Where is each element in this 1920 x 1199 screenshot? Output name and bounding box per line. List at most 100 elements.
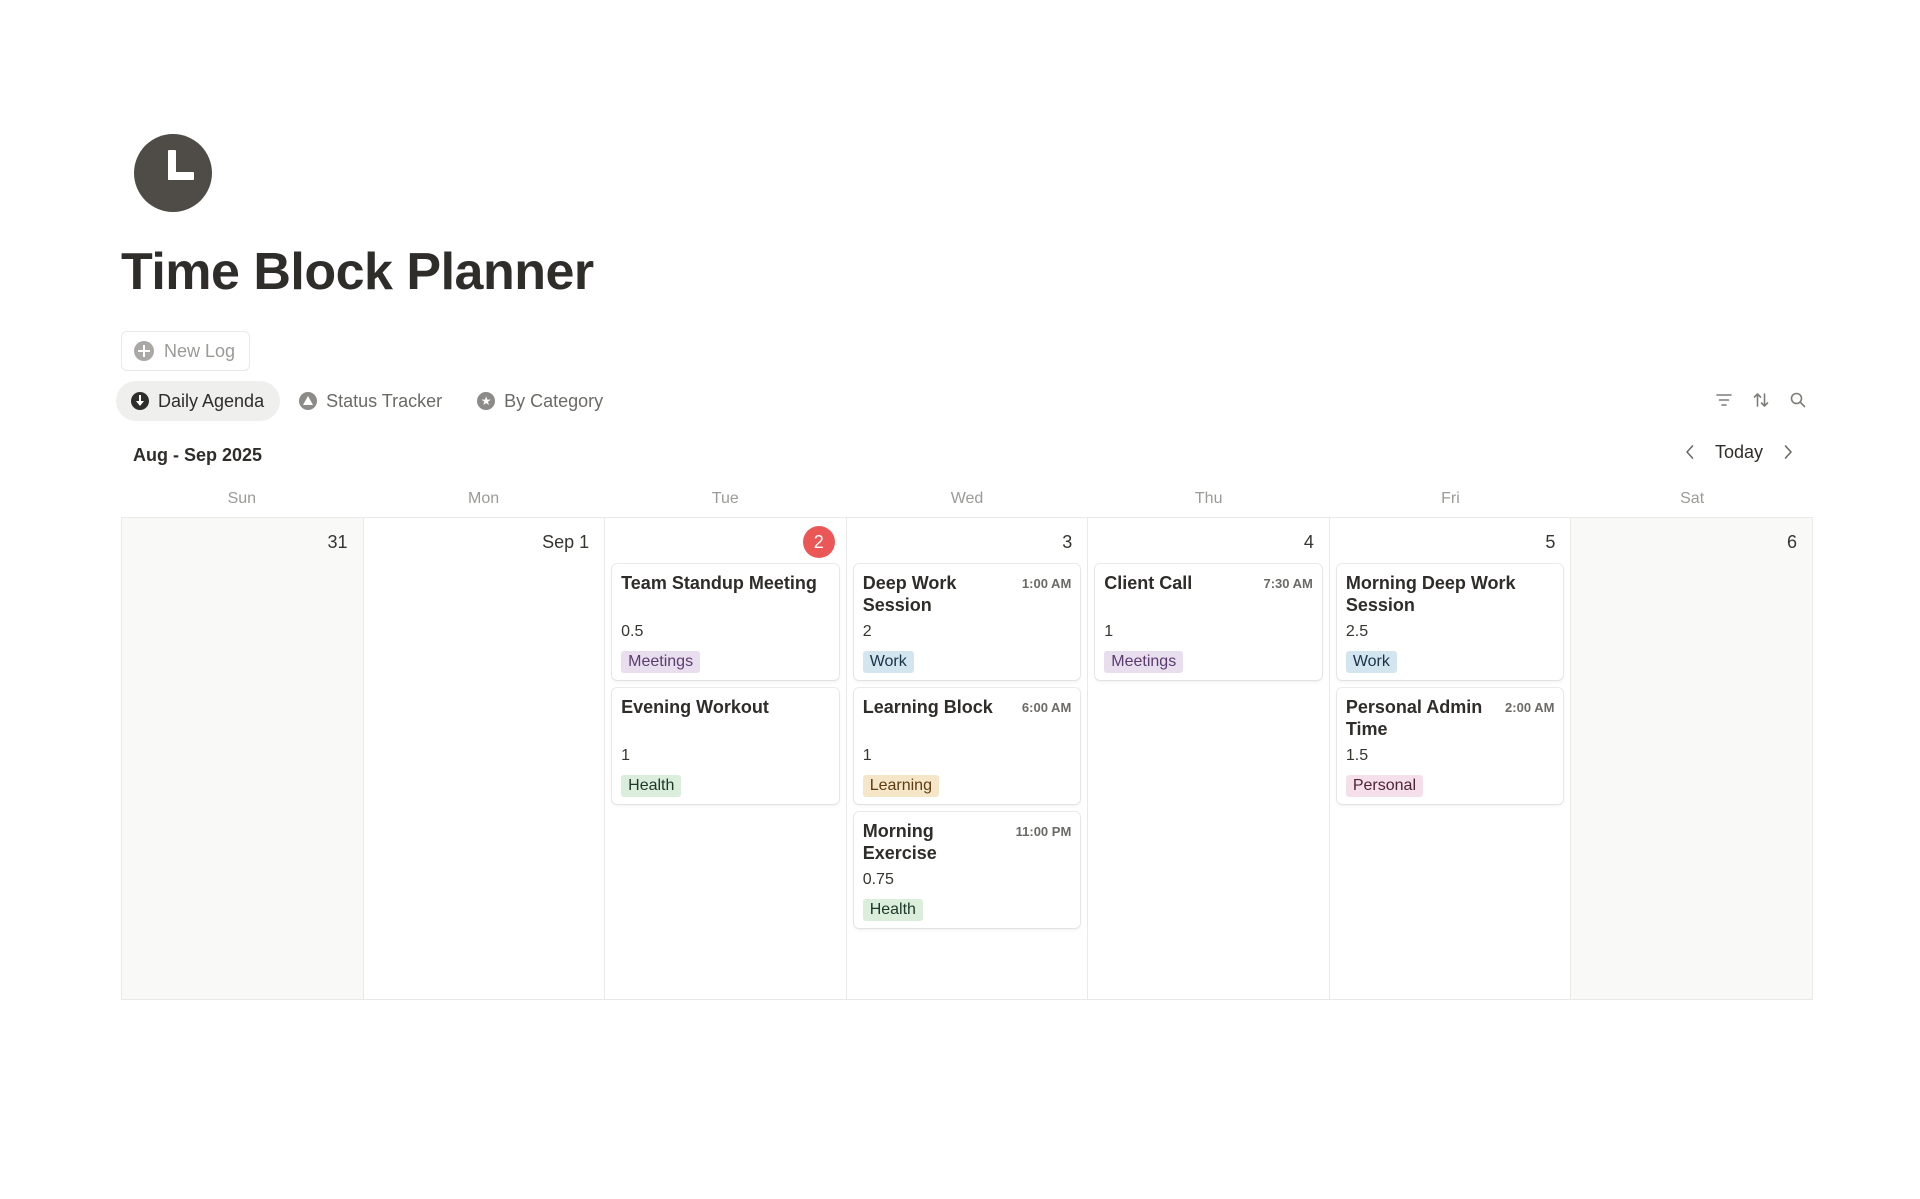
sort-icon bbox=[1753, 392, 1768, 407]
tab-status-tracker[interactable]: Status Tracker bbox=[284, 381, 458, 421]
search-button[interactable] bbox=[1787, 389, 1808, 410]
category-tag: Health bbox=[862, 899, 923, 921]
previous-button[interactable] bbox=[1681, 441, 1699, 463]
event-time: 1:00 AM bbox=[1021, 576, 1072, 591]
event-hours: 1 bbox=[862, 747, 872, 764]
weekday-label: Mon bbox=[468, 490, 500, 507]
clock-icon[interactable] bbox=[134, 134, 212, 212]
event-title: Morning Deep Work Session bbox=[1345, 573, 1516, 615]
triangle-circle-icon bbox=[299, 392, 318, 410]
page-title: Time Block Planner bbox=[121, 243, 594, 301]
next-button[interactable] bbox=[1779, 441, 1797, 463]
event-hours: 2 bbox=[862, 623, 872, 640]
day-cell[interactable]: 6 bbox=[1571, 518, 1813, 999]
day-number: 5 bbox=[1337, 526, 1564, 558]
day-cell[interactable]: 31 bbox=[122, 518, 364, 999]
event-time: 2:00 AM bbox=[1505, 700, 1555, 715]
calendar-nav: Today bbox=[1681, 441, 1797, 463]
day-cell[interactable]: Sep 1 bbox=[363, 518, 606, 999]
event-time: 6:00 AM bbox=[1021, 700, 1072, 715]
page: Time Block Planner New Log Daily Agenda … bbox=[0, 0, 1920, 1199]
category-tag: Meetings bbox=[1104, 651, 1184, 673]
event-hours: 0.75 bbox=[862, 871, 894, 888]
new-log-button[interactable]: New Log bbox=[121, 331, 251, 371]
star-circle-icon bbox=[477, 392, 496, 410]
day-number: 6 bbox=[1578, 526, 1805, 558]
day-number: 31 bbox=[129, 526, 356, 558]
category-tag: Personal bbox=[1345, 775, 1423, 797]
event-title: Team Standup Meeting bbox=[621, 573, 817, 593]
filter-icon bbox=[1715, 393, 1732, 406]
event-card[interactable]: Morning Deep Work Session 2.5 Work bbox=[1336, 564, 1564, 680]
plus-circle-icon bbox=[134, 341, 154, 361]
category-tag: Work bbox=[862, 651, 914, 673]
event-card-header: Client Call 7:30 AM bbox=[1104, 572, 1313, 618]
chevron-right-icon bbox=[1784, 445, 1792, 459]
calendar-grid: 31 Sep 1 2 Team Standup Meeting 0.5 Meetings E… bbox=[121, 518, 1813, 1000]
day-cell[interactable]: 5 Morning Deep Work Session 2.5 Work Persona… bbox=[1329, 518, 1572, 999]
weekday-label: Sat bbox=[1680, 490, 1705, 507]
event-title: Learning Block bbox=[862, 697, 993, 717]
event-card-header: Team Standup Meeting bbox=[621, 572, 830, 618]
day-number: Sep 1 bbox=[371, 526, 598, 558]
event-card-header: Morning Exercise 11:00 PM bbox=[863, 820, 1072, 866]
event-card[interactable]: Deep Work Session 1:00 AM 2 Work bbox=[853, 564, 1081, 680]
new-log-label: New Log bbox=[164, 340, 236, 361]
event-title: Client Call bbox=[1104, 573, 1193, 593]
event-hours: 0.5 bbox=[621, 623, 644, 640]
day-number-text: 2 bbox=[802, 526, 835, 558]
event-card[interactable]: Morning Exercise 11:00 PM 0.75 Health bbox=[853, 812, 1081, 928]
day-number-text: 31 bbox=[327, 531, 348, 552]
day-cell[interactable]: 2 Team Standup Meeting 0.5 Meetings Evening … bbox=[605, 518, 847, 999]
arrow-down-circle-icon bbox=[131, 392, 149, 410]
date-range-label: Aug - Sep 2025 bbox=[133, 445, 263, 465]
event-hours: 1 bbox=[1104, 623, 1114, 640]
event-title: Personal Admin Time bbox=[1345, 697, 1483, 739]
event-card-header: Deep Work Session 1:00 AM bbox=[863, 572, 1072, 618]
tab-label: Status Tracker bbox=[326, 390, 443, 411]
event-card-header: Evening Workout bbox=[621, 696, 830, 742]
tab-by-category[interactable]: By Category bbox=[462, 381, 619, 421]
tab-daily-agenda[interactable]: Daily Agenda bbox=[116, 381, 281, 421]
event-hours: 1 bbox=[621, 747, 631, 764]
event-card-header: Morning Deep Work Session bbox=[1346, 572, 1555, 618]
event-time: 7:30 AM bbox=[1263, 576, 1313, 591]
day-cell[interactable]: 3 Deep Work Session 1:00 AM 2 Work Learning B… bbox=[846, 518, 1089, 999]
tab-label: Daily Agenda bbox=[158, 390, 265, 411]
event-card[interactable]: Learning Block 6:00 AM 1 Learning bbox=[853, 688, 1081, 804]
day-number-text: 6 bbox=[1786, 531, 1797, 552]
event-title: Morning Exercise bbox=[862, 821, 937, 863]
sort-button[interactable] bbox=[1750, 389, 1771, 410]
filter-button[interactable] bbox=[1713, 389, 1734, 410]
weekday-label: Wed bbox=[950, 490, 984, 507]
weekday-label: Thu bbox=[1194, 490, 1223, 507]
weekday-label: Sun bbox=[227, 490, 257, 507]
view-tabs: Daily Agenda Status Tracker By Category bbox=[116, 381, 619, 421]
category-tag: Work bbox=[1345, 651, 1397, 673]
event-hours: 1.5 bbox=[1345, 747, 1369, 764]
weekday-label: Tue bbox=[711, 490, 739, 507]
category-tag: Meetings bbox=[621, 651, 701, 673]
today-date-badge: 2 bbox=[612, 526, 839, 558]
event-card[interactable]: Team Standup Meeting 0.5 Meetings bbox=[612, 564, 839, 680]
event-card-header: Learning Block 6:00 AM bbox=[863, 696, 1072, 742]
weekday-label: Fri bbox=[1441, 490, 1460, 507]
category-tag: Learning bbox=[862, 775, 939, 797]
day-number: 3 bbox=[854, 526, 1081, 558]
event-card[interactable]: Evening Workout 1 Health bbox=[612, 688, 839, 804]
weekday-header: Sun Mon Tue Wed Thu Fri Sat bbox=[121, 485, 1813, 518]
day-number-text: 5 bbox=[1545, 531, 1556, 552]
event-title: Deep Work Session bbox=[862, 573, 957, 615]
search-icon bbox=[1790, 392, 1805, 407]
chevron-left-icon bbox=[1686, 445, 1694, 459]
event-time: 11:00 PM bbox=[1015, 824, 1072, 839]
day-number-text: 4 bbox=[1303, 531, 1314, 552]
day-number-text: 3 bbox=[1062, 531, 1073, 552]
today-button[interactable]: Today bbox=[1715, 442, 1763, 463]
event-card-header: Personal Admin Time 2:00 AM bbox=[1346, 696, 1555, 742]
category-tag: Health bbox=[621, 775, 682, 797]
event-card[interactable]: Client Call 7:30 AM 1 Meetings bbox=[1095, 564, 1322, 680]
day-number: 4 bbox=[1095, 526, 1322, 558]
event-card[interactable]: Personal Admin Time 2:00 AM 1.5 Personal bbox=[1336, 688, 1564, 804]
day-cell[interactable]: 4 Client Call 7:30 AM 1 Meetings bbox=[1088, 518, 1330, 999]
